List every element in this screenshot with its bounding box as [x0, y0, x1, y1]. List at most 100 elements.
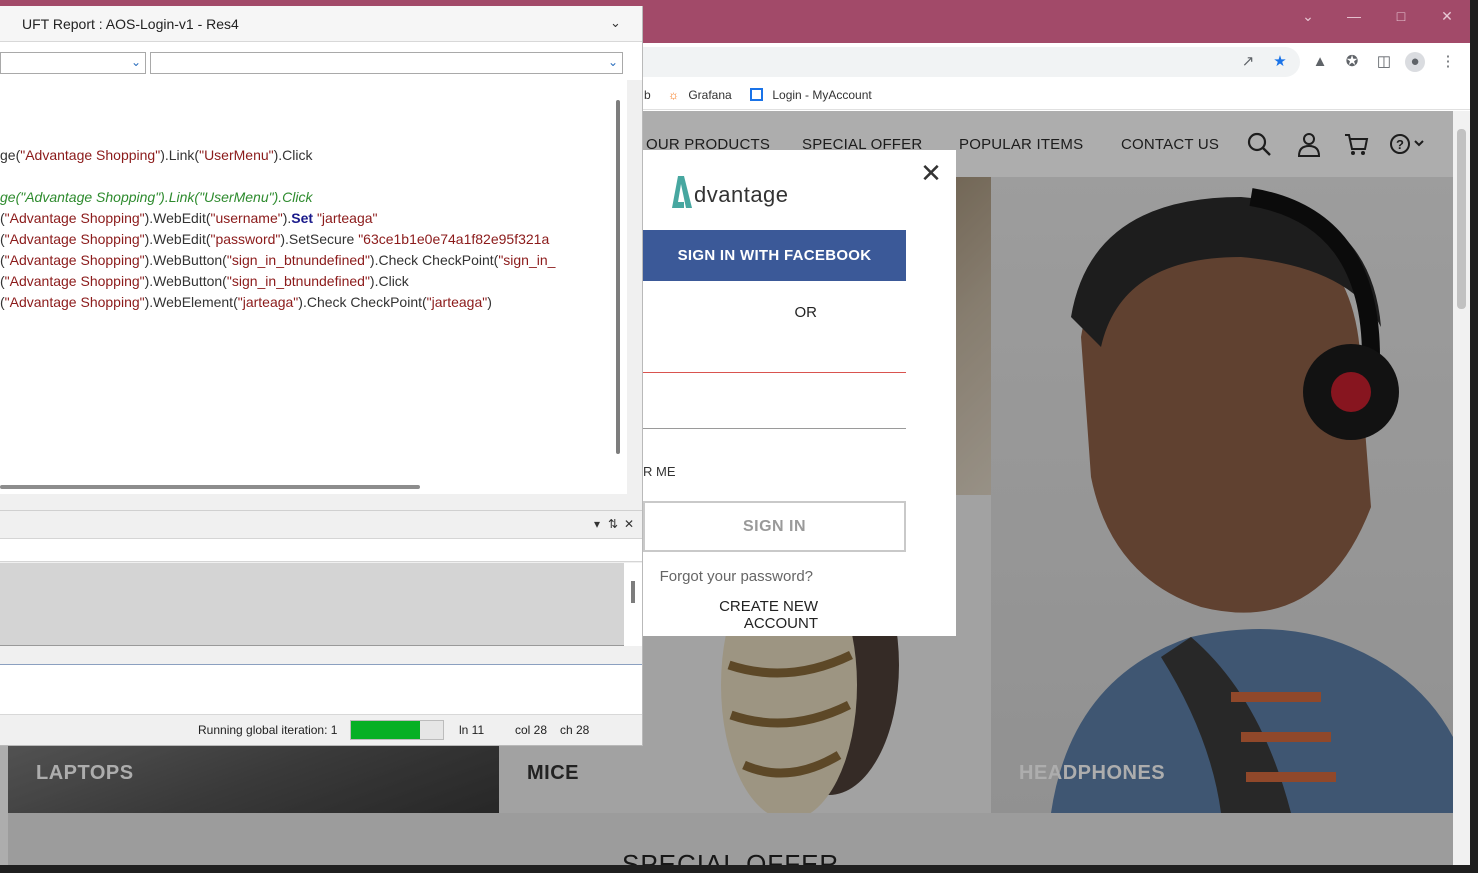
bookmark-item[interactable]: b: [644, 86, 651, 104]
maximize-icon[interactable]: □: [1386, 6, 1416, 26]
code-token: ).WebButton(: [144, 273, 227, 289]
bookmark-label: Login - MyAccount: [772, 88, 872, 102]
code-token: "Advantage Shopping": [4, 231, 145, 247]
bookmark-item-grafana[interactable]: ☼ Grafana: [668, 86, 732, 104]
code-line[interactable]: ("Advantage Shopping").WebButton("sign_i…: [0, 252, 555, 273]
logo-text: dvantage: [694, 182, 789, 207]
code-token: "sign_in_: [498, 252, 556, 268]
line-number: ln 11: [459, 723, 485, 737]
remember-me-checkbox[interactable]: R ME: [643, 464, 676, 479]
code-horizontal-scrollbar[interactable]: [0, 482, 610, 492]
code-token: ).WebElement(: [144, 294, 238, 310]
code-token: ).Link(: [160, 147, 200, 163]
run-progress-fill: [351, 721, 420, 739]
code-token: "UserMenu": [199, 147, 274, 163]
run-progress-bar: [350, 720, 444, 740]
object-combo[interactable]: ⌄: [0, 52, 146, 74]
char-number: ch 28: [560, 723, 590, 737]
panel-splitter[interactable]: [0, 494, 642, 510]
code-token: "Advantage Shopping": [20, 147, 161, 163]
scrollbar-thumb[interactable]: [631, 581, 635, 603]
bookmark-label: b: [644, 88, 651, 102]
method-combo[interactable]: ⌄: [150, 52, 623, 74]
code-token: ge("Advantage Shopping").Link("UserMenu"…: [0, 189, 313, 205]
page-icon: [750, 88, 763, 101]
collapse-icon[interactable]: ⌄: [610, 15, 621, 31]
bottom-panel-output[interactable]: [0, 563, 624, 646]
code-token: ).WebEdit(: [144, 231, 211, 247]
panel-dropdown-icon[interactable]: ▾: [594, 517, 600, 531]
code-token: ).SetSecure: [280, 231, 359, 247]
page-scrollbar[interactable]: [1453, 111, 1470, 865]
uft-title: UFT Report : AOS-Login-v1 - Res4: [22, 16, 239, 32]
drive-icon[interactable]: ▲: [1310, 52, 1330, 72]
code-token: Set: [291, 210, 314, 226]
code-token: ): [487, 294, 492, 310]
uft-combo-row: ⌄ ⌄: [0, 42, 642, 80]
password-field[interactable]: [643, 428, 906, 429]
grafana-icon: ☼: [668, 88, 679, 102]
code-token: "username": [210, 210, 283, 226]
uft-window: UFT Report : AOS-Login-v1 - Res4 ⌄ ⌄ ⌄ g…: [0, 6, 643, 746]
uft-titlebar: UFT Report : AOS-Login-v1 - Res4 ⌄: [0, 6, 642, 42]
code-token: ).Check CheckPoint(: [298, 294, 427, 310]
bookmark-label: Grafana: [688, 88, 732, 102]
code-token: "jarteaga": [426, 294, 488, 310]
code-token: "Advantage Shopping": [4, 252, 145, 268]
create-account-link[interactable]: CREATE NEW ACCOUNT: [643, 598, 818, 632]
more-menu-icon[interactable]: ⋮: [1438, 52, 1458, 72]
page-scrollbar-thumb[interactable]: [1457, 129, 1466, 309]
profile-icon[interactable]: ●: [1405, 52, 1425, 72]
code-token: ).Check CheckPoint(: [369, 252, 499, 268]
minimize-icon[interactable]: —: [1339, 6, 1369, 26]
code-token: "jarteaga": [316, 210, 378, 226]
side-panel-icon[interactable]: ◫: [1374, 52, 1394, 72]
code-vertical-scrollbar[interactable]: [612, 86, 624, 480]
iteration-status: Running global iteration: 1: [198, 723, 338, 737]
username-field[interactable]: [643, 372, 906, 373]
chevron-down-icon: ⌄: [607, 55, 618, 69]
code-token: ge(: [0, 147, 21, 163]
bookmark-star-icon[interactable]: ★: [1270, 52, 1290, 72]
share-icon[interactable]: ↗: [1238, 52, 1258, 72]
code-token: "Advantage Shopping": [4, 210, 145, 226]
scrollbar-thumb[interactable]: [616, 100, 620, 454]
code-token: "63ce1b1e0e74a1f82e95f321a: [358, 231, 550, 247]
code-token: ).Click: [273, 147, 313, 163]
code-token: "password": [210, 231, 281, 247]
code-token: ).Click: [369, 273, 409, 289]
forgot-password-link[interactable]: Forgot your password?: [643, 568, 813, 585]
code-line[interactable]: ("Advantage Shopping").WebButton("sign_i…: [0, 273, 409, 294]
advantage-logo-icon: [672, 176, 692, 208]
code-line[interactable]: ge("Advantage Shopping").Link("UserMenu"…: [0, 147, 313, 168]
login-modal: ✕ dvantage SIGN IN WITH FACEBOOK OR R ME…: [643, 150, 956, 636]
code-token: "Advantage Shopping": [4, 273, 145, 289]
sign-in-button[interactable]: SIGN IN: [643, 501, 906, 552]
code-line[interactable]: ge("Advantage Shopping").Link("UserMenu"…: [0, 189, 312, 210]
scrollbar-thumb[interactable]: [0, 485, 420, 489]
code-token: "sign_in_btnundefined": [226, 252, 370, 268]
bottom-panel-header: ▾ ⇅ ✕: [0, 510, 642, 538]
code-line[interactable]: ("Advantage Shopping").WebElement("jarte…: [0, 294, 492, 315]
code-editor[interactable]: ge("Advantage Shopping").Link("UserMenu"…: [0, 80, 627, 494]
code-token: ).WebButton(: [144, 252, 227, 268]
pin-icon[interactable]: ⇅: [608, 517, 618, 531]
code-line[interactable]: ("Advantage Shopping").WebEdit("password…: [0, 231, 549, 252]
uft-statusbar: Running global iteration: 1 ln 11 col 28…: [0, 714, 642, 745]
uft-empty-pane: [0, 664, 642, 714]
facebook-signin-button[interactable]: SIGN IN WITH FACEBOOK: [643, 230, 906, 281]
chevron-down-icon[interactable]: ⌄: [1293, 6, 1323, 26]
bottom-panel-scrollbar[interactable]: [624, 563, 642, 646]
bottom-panel-input[interactable]: [0, 538, 642, 562]
chevron-down-icon: ⌄: [130, 55, 141, 69]
code-token: "sign_in_btnundefined": [226, 273, 370, 289]
close-icon[interactable]: ✕: [919, 160, 943, 186]
close-icon[interactable]: ✕: [624, 517, 634, 531]
code-token: "Advantage Shopping": [4, 294, 145, 310]
or-divider: OR: [794, 304, 818, 321]
extensions-icon[interactable]: ✪: [1342, 52, 1362, 72]
column-number: col 28: [515, 723, 548, 737]
code-line[interactable]: ("Advantage Shopping").WebEdit("username…: [0, 210, 378, 231]
close-icon[interactable]: ✕: [1432, 6, 1462, 26]
bookmark-item-login[interactable]: Login - MyAccount: [750, 86, 872, 104]
